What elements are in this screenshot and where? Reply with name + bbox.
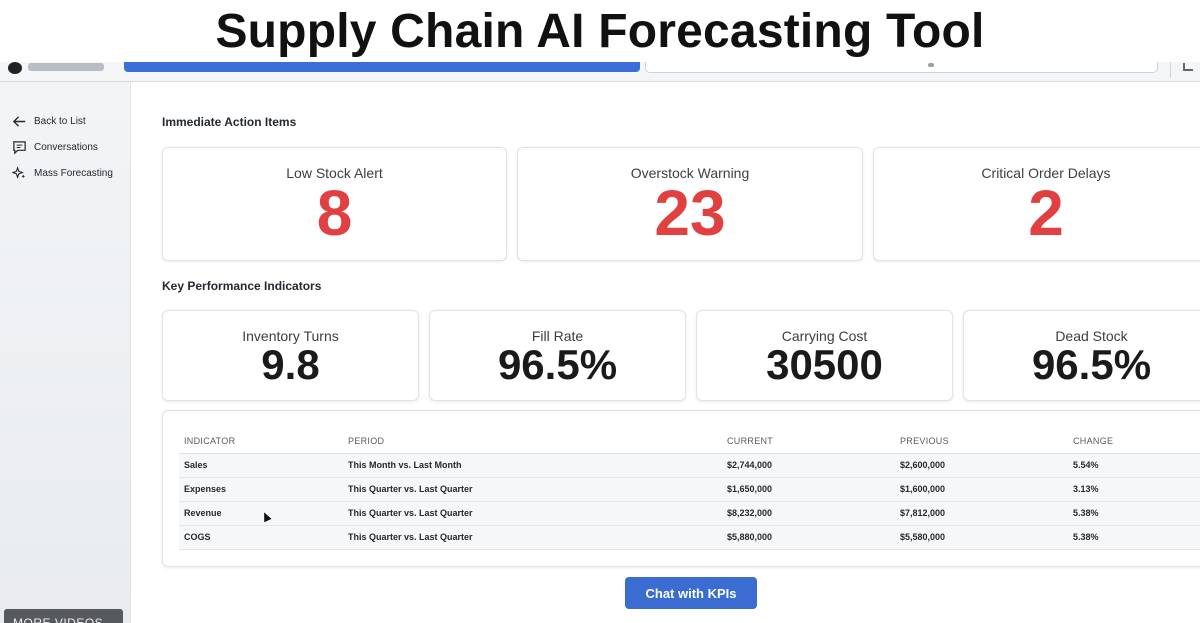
- card-value: 8: [316, 177, 353, 249]
- kpi-card-dead-stock[interactable]: Dead Stock 96.5%: [963, 310, 1200, 401]
- cell-previous: $1,600,000: [895, 477, 1068, 502]
- low-stock-alert-card[interactable]: Low Stock Alert 8: [162, 147, 507, 261]
- column-header-period[interactable]: PERIOD: [343, 429, 722, 454]
- column-header-change[interactable]: CHANGE: [1068, 429, 1200, 454]
- sidebar: Back to List Conversations Mass Forecast…: [0, 82, 131, 623]
- cell-indicator: Expenses: [179, 477, 343, 502]
- sidebar-item-mass-forecasting[interactable]: Mass Forecasting: [12, 166, 113, 181]
- cell-period: This Quarter vs. Last Quarter: [343, 477, 722, 502]
- table-row[interactable]: Sales This Month vs. Last Month $2,744,0…: [179, 453, 1200, 478]
- cell-current: $2,744,000: [722, 453, 895, 478]
- cell-previous: $7,812,000: [895, 501, 1068, 526]
- table-row[interactable]: Expenses This Quarter vs. Last Quarter $…: [179, 477, 1200, 502]
- app-logo-text: [28, 63, 104, 71]
- cell-period: This Quarter vs. Last Quarter: [343, 501, 722, 526]
- overstock-warning-card[interactable]: Overstock Warning 23: [517, 147, 863, 261]
- sidebar-item-label: Conversations: [34, 142, 98, 153]
- cell-change: 5.38%: [1068, 501, 1200, 526]
- kpi-comparison-table-card: INDICATOR PERIOD CURRENT PREVIOUS CHANGE…: [162, 410, 1200, 567]
- kpi-card-carrying-cost[interactable]: Carrying Cost 30500: [696, 310, 953, 401]
- sidebar-item-conversations[interactable]: Conversations: [12, 140, 98, 155]
- column-header-indicator[interactable]: INDICATOR: [179, 429, 343, 454]
- cell-previous: $5,580,000: [895, 525, 1068, 550]
- cell-period: This Quarter vs. Last Quarter: [343, 525, 722, 550]
- cell-period: This Month vs. Last Month: [343, 453, 722, 478]
- column-header-current[interactable]: CURRENT: [722, 429, 895, 454]
- sidebar-item-label: Back to List: [34, 116, 86, 127]
- critical-order-delays-card[interactable]: Critical Order Delays 2: [873, 147, 1200, 261]
- table-row[interactable]: Revenue This Quarter vs. Last Quarter $8…: [179, 501, 1200, 526]
- table-row[interactable]: COGS This Quarter vs. Last Quarter $5,88…: [179, 525, 1200, 550]
- cell-current: $5,880,000: [722, 525, 895, 550]
- video-title-banner: Supply Chain AI Forecasting Tool: [0, 0, 1200, 62]
- cell-previous: $2,600,000: [895, 453, 1068, 478]
- cell-change: 5.54%: [1068, 453, 1200, 478]
- kpi-card-fill-rate[interactable]: Fill Rate 96.5%: [429, 310, 686, 401]
- more-videos-overlay[interactable]: MORE VIDEOS: [4, 609, 123, 623]
- app-logo-icon[interactable]: [8, 62, 22, 74]
- column-header-previous[interactable]: PREVIOUS: [895, 429, 1068, 454]
- card-value: 2: [1028, 177, 1064, 249]
- kpi-card-inventory-turns[interactable]: Inventory Turns 9.8: [162, 310, 419, 401]
- search-placeholder-mark: [928, 63, 934, 67]
- card-value: 23: [654, 177, 726, 249]
- cell-change: 5.38%: [1068, 525, 1200, 550]
- kpi-value: 96.5%: [1031, 341, 1152, 388]
- kpi-value: 96.5%: [497, 341, 618, 388]
- cell-current: $1,650,000: [722, 477, 895, 502]
- immediate-actions-title: Immediate Action Items: [162, 115, 297, 129]
- table-header-row: INDICATOR PERIOD CURRENT PREVIOUS CHANGE: [179, 429, 1200, 454]
- sidebar-item-label: Mass Forecasting: [34, 168, 113, 179]
- sidebar-item-back-to-list[interactable]: Back to List: [12, 114, 86, 129]
- chat-bubble-icon: [13, 141, 26, 155]
- kpi-comparison-table: INDICATOR PERIOD CURRENT PREVIOUS CHANGE…: [179, 429, 1200, 550]
- chat-with-kpis-button[interactable]: Chat with KPIs: [625, 577, 757, 609]
- kpi-section-title: Key Performance Indicators: [162, 279, 322, 293]
- cell-indicator: COGS: [179, 525, 343, 550]
- arrow-left-icon: [12, 116, 26, 127]
- kpi-value: 9.8: [261, 341, 320, 388]
- banner-title: Supply Chain AI Forecasting Tool: [215, 4, 985, 58]
- kpi-value: 30500: [766, 341, 883, 388]
- cell-change: 3.13%: [1068, 477, 1200, 502]
- cell-indicator: Sales: [179, 453, 343, 478]
- sparkles-icon: [12, 166, 26, 179]
- cell-current: $8,232,000: [722, 501, 895, 526]
